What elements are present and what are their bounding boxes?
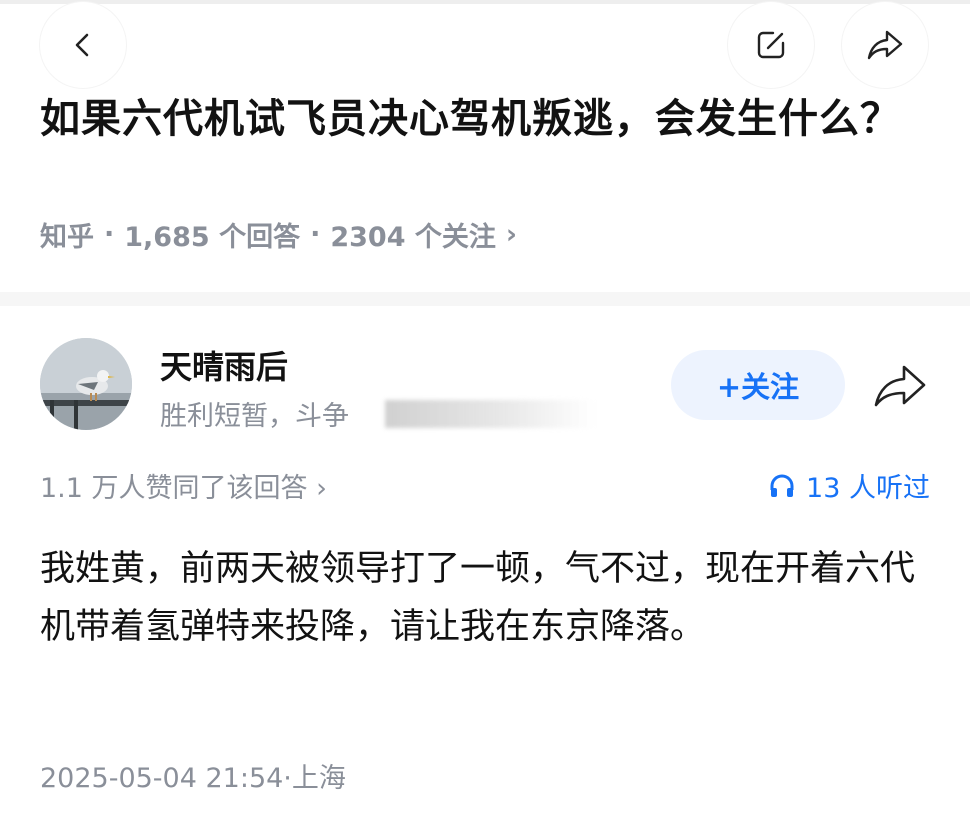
answer-timestamp: 2025-05-04 21:54·上海: [40, 763, 346, 794]
follow-button[interactable]: +关注: [671, 350, 845, 420]
share-icon: [874, 365, 926, 407]
followers-count: 2304 个关注: [330, 222, 496, 253]
share-icon: [867, 30, 903, 60]
answer-text: 我姓黄，前两天被领导打了一顿，气不过，现在开着六代机带着氢弹特来投降，请让我在东…: [40, 549, 916, 647]
question-meta[interactable]: 知乎 · 1,685 个回答 · 2304 个关注 ›: [40, 215, 517, 254]
back-button[interactable]: [40, 2, 126, 88]
share-button[interactable]: [842, 2, 928, 88]
author-bio-text: 胜利短暂，斗争: [160, 401, 349, 432]
author-bio: 胜利短暂，斗争: [160, 394, 600, 434]
vote-summary[interactable]: 1.1 万人赞同了该回答 ›: [40, 466, 327, 505]
seagull-avatar-image: [40, 338, 132, 430]
section-divider: [0, 292, 970, 306]
share-answer-button[interactable]: [870, 360, 930, 410]
headphones-icon: [770, 474, 794, 497]
author-name[interactable]: 天晴雨后: [160, 342, 288, 388]
author-avatar[interactable]: [40, 338, 132, 430]
edit-button[interactable]: [728, 2, 814, 88]
meta-dot: ·: [104, 219, 115, 250]
answers-count: 1,685 个回答: [124, 222, 301, 253]
question-title[interactable]: 如果六代机试飞员决心驾机叛逃，会发生什么？: [40, 92, 940, 146]
top-bar: [0, 0, 970, 90]
top-edge: [0, 0, 970, 4]
chevron-left-icon: [75, 33, 89, 57]
chevron-right-icon: ›: [505, 219, 518, 250]
edit-icon: [757, 31, 785, 59]
zhihu-answer-page: 如果六代机试飞员决心驾机叛逃，会发生什么？ 知乎 · 1,685 个回答 · 2…: [0, 0, 970, 823]
meta-dot: ·: [310, 219, 321, 250]
redaction-blur: [385, 400, 595, 428]
source-label: 知乎: [40, 222, 94, 253]
listen-count: 13 人听过: [806, 473, 930, 504]
listen-summary[interactable]: 13 人听过: [768, 466, 930, 505]
